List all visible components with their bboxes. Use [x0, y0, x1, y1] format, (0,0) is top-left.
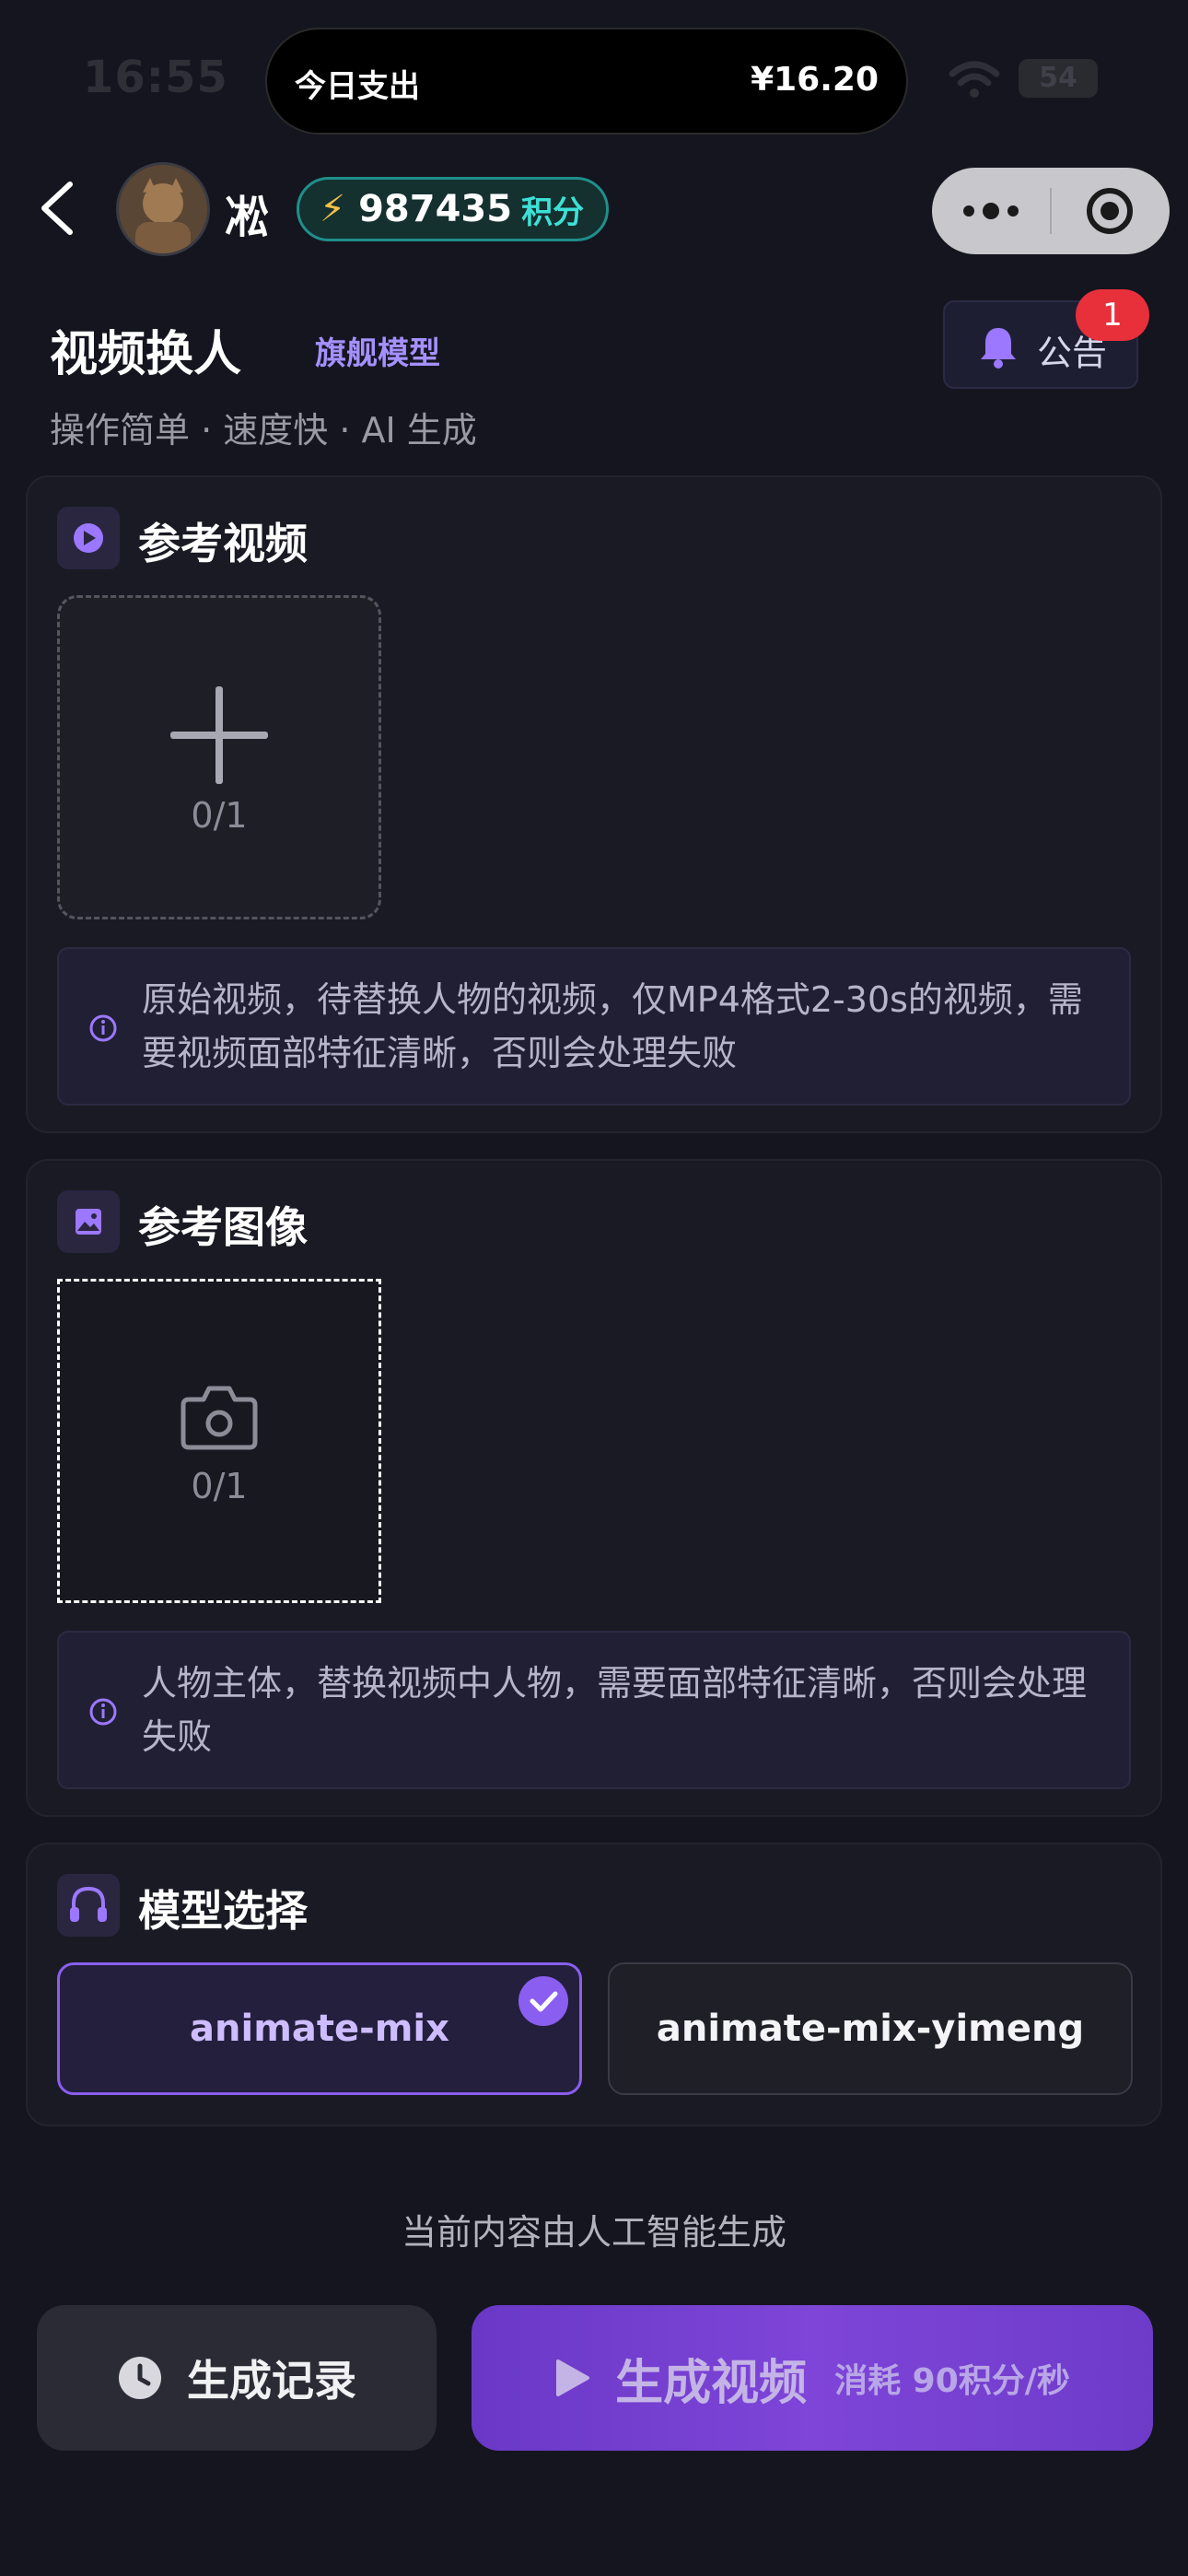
island-amount: ¥16.20 [751, 61, 879, 99]
model-option-label: animate-mix-yimeng [656, 2008, 1085, 2050]
avatar-image [119, 165, 207, 253]
reference-video-title: 参考视频 [138, 519, 308, 568]
reference-image-card: 参考图像 0/1 人物主体，替换视频中人物，需要面部特征清晰，否则会处理失败 [26, 1159, 1162, 1817]
avatar[interactable] [116, 162, 210, 256]
capsule-divider [1050, 188, 1052, 234]
flagship-model-tag: 旗舰模型 [315, 335, 440, 372]
island-label: 今日支出 [295, 68, 420, 105]
points-value: 987435 [358, 188, 513, 230]
model-option-animate-mix[interactable]: animate-mix [57, 1962, 582, 2095]
history-label: 生成记录 [187, 2356, 356, 2406]
image-upload-count: 0/1 [191, 1466, 248, 1506]
model-option-animate-mix-yimeng[interactable]: animate-mix-yimeng [608, 1962, 1133, 2095]
headset-icon [70, 1886, 107, 1922]
username: 凇 [225, 192, 270, 243]
generate-video-button[interactable]: 生成视频 消耗 90积分/秒 [472, 2305, 1153, 2451]
back-icon[interactable] [37, 181, 77, 236]
video-hint-box: 原始视频，待替换人物的视频，仅MP4格式2-30s的视频，需要视频面部特征清晰，… [57, 947, 1131, 1106]
video-upload-count: 0/1 [191, 795, 248, 836]
info-icon [89, 1014, 117, 1042]
lightning-icon: ⚡ [320, 188, 346, 230]
history-button[interactable]: 生成记录 [37, 2305, 437, 2451]
plus-icon [170, 686, 268, 784]
image-hint-box: 人物主体，替换视频中人物，需要面部特征清晰，否则会处理失败 [57, 1631, 1131, 1789]
dynamic-island[interactable]: 今日支出 ¥16.20 [265, 28, 908, 135]
page-title: 视频换人 [50, 327, 242, 382]
play-icon [74, 523, 103, 553]
ai-disclaimer: 当前内容由人工智能生成 [401, 2212, 786, 2253]
close-target-icon[interactable] [1085, 186, 1135, 236]
points-unit: 积分 [521, 193, 585, 231]
image-upload-box[interactable]: 0/1 [57, 1279, 381, 1603]
section-icon-box [57, 1190, 120, 1253]
reference-image-title: 参考图像 [138, 1202, 308, 1252]
bell-icon [981, 328, 1016, 369]
notice-count-badge: 1 [1076, 289, 1149, 341]
wifi-icon [949, 61, 1000, 98]
generate-cost: 消耗 90积分/秒 [834, 2362, 1070, 2400]
battery-indicator: 54 [1019, 59, 1098, 98]
check-icon [518, 1976, 568, 2026]
model-select-card: 模型选择 animate-mix animate-mix-yimeng [26, 1843, 1162, 2126]
play-icon [556, 2359, 590, 2396]
generate-label: 生成视频 [615, 2355, 808, 2411]
status-time: 16:55 [83, 52, 228, 103]
video-upload-box[interactable]: 0/1 [57, 595, 381, 919]
section-icon-box [57, 1874, 120, 1937]
more-icon[interactable] [960, 195, 1022, 227]
video-hint-text: 原始视频，待替换人物的视频，仅MP4格式2-30s的视频，需要视频面部特征清晰，… [142, 979, 1083, 1073]
page-subtitle: 操作简单 · 速度快 · AI 生成 [50, 410, 477, 451]
points-badge[interactable]: ⚡ 987435 积分 [297, 177, 610, 241]
reference-video-card: 参考视频 0/1 原始视频，待替换人物的视频，仅MP4格式2-30s的视频，需要… [26, 475, 1162, 1133]
info-icon [89, 1698, 117, 1726]
model-select-title: 模型选择 [138, 1886, 308, 1936]
model-option-label: animate-mix [190, 2008, 449, 2050]
image-hint-text: 人物主体，替换视频中人物，需要面部特征清晰，否则会处理失败 [142, 1663, 1088, 1757]
section-icon-box [57, 507, 120, 569]
miniprogram-capsule [932, 168, 1170, 254]
image-icon [76, 1209, 101, 1235]
clock-icon [119, 2357, 161, 2399]
camera-icon [181, 1386, 258, 1450]
